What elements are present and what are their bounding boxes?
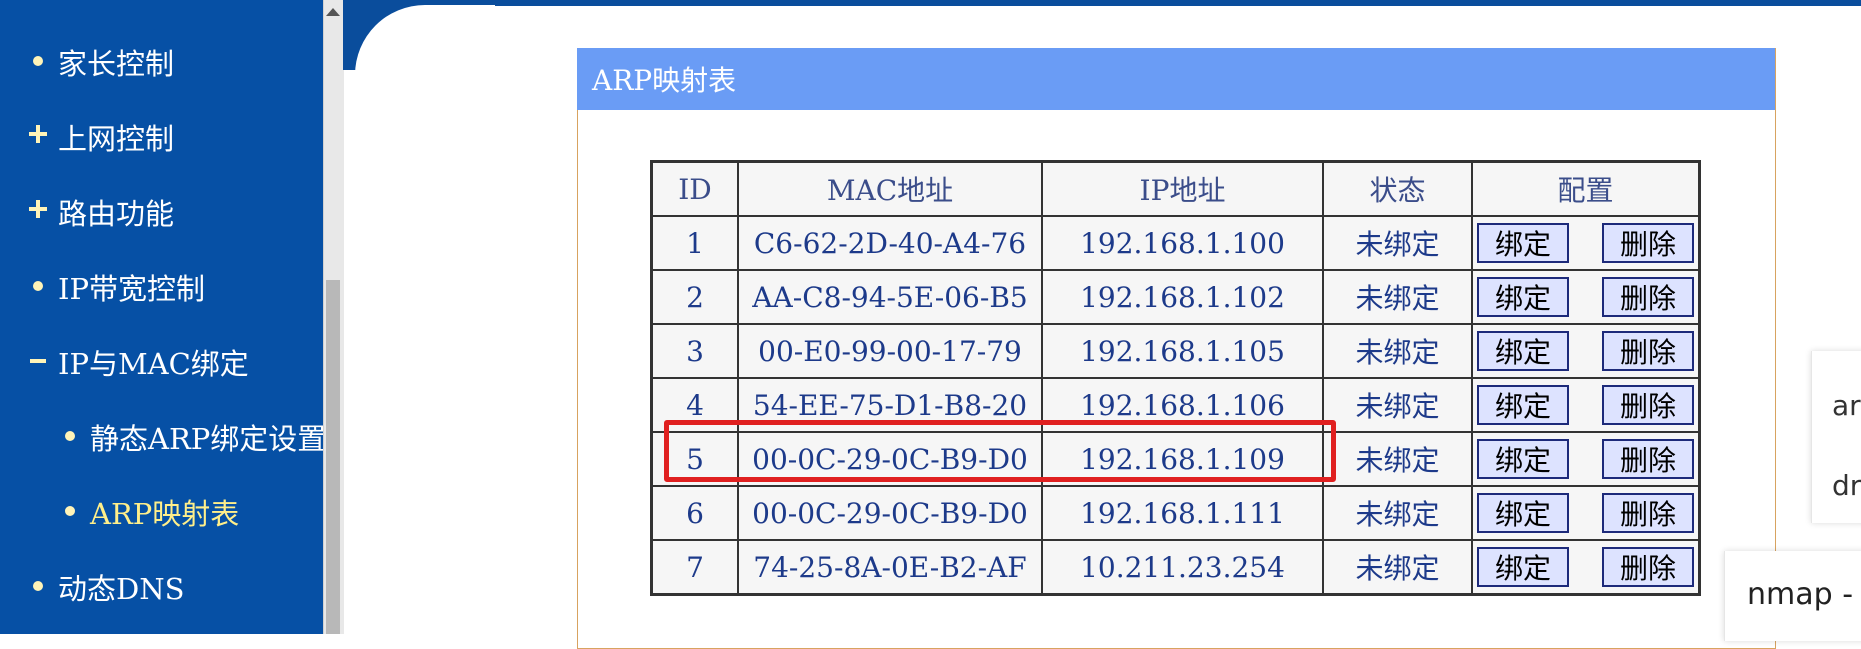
sidebar-item-label: 静态ARP绑定设置: [90, 422, 327, 456]
sidebar-item-label: 家长控制: [58, 47, 175, 81]
cell-config: 绑定 删除: [1472, 540, 1699, 594]
bind-button[interactable]: 绑定: [1477, 439, 1569, 479]
sidebar-item-label: ARP映射表: [90, 497, 240, 531]
bind-button[interactable]: 绑定: [1477, 385, 1569, 425]
table-header-row: ID MAC地址 IP地址 状态 配置: [652, 162, 1699, 216]
cell-mac: C6-62-2D-40-A4-76: [738, 216, 1042, 270]
config-actions: 绑定 删除: [1473, 223, 1698, 263]
row-highlight-box: [664, 420, 1336, 482]
table-row: 2 AA-C8-94-5E-06-B5 192.168.1.102 未绑定 绑定 删除: [652, 270, 1699, 324]
cell-status: 未绑定: [1323, 378, 1472, 432]
cell-mac: 00-0C-29-0C-B9-D0: [738, 486, 1042, 540]
panel-title: ARP映射表: [592, 64, 737, 97]
sidebar-item-label: 上网控制: [58, 122, 175, 156]
minus-icon: [30, 359, 46, 363]
sidebar-item-access-control[interactable]: 上网控制: [0, 117, 174, 157]
cell-id: 3: [652, 324, 738, 378]
config-actions: 绑定 删除: [1473, 547, 1698, 587]
delete-button[interactable]: 删除: [1602, 331, 1694, 371]
sidebar-item-ddns[interactable]: 动态DNS: [0, 567, 185, 607]
config-actions: 绑定 删除: [1473, 277, 1698, 317]
sidebar-item-label: 动态DNS: [58, 572, 185, 606]
bind-button[interactable]: 绑定: [1477, 331, 1569, 371]
cell-config: 绑定 删除: [1472, 216, 1699, 270]
cell-status: 未绑定: [1323, 540, 1472, 594]
cell-config: 绑定 删除: [1472, 432, 1699, 486]
sidebar-item-static-arp[interactable]: 静态ARP绑定设置: [0, 417, 326, 457]
bind-button[interactable]: 绑定: [1477, 547, 1569, 587]
sidebar-item-ip-bandwidth[interactable]: IP带宽控制: [0, 267, 205, 307]
header-mac: MAC地址: [738, 162, 1042, 216]
cell-id: 2: [652, 270, 738, 324]
cell-ip: 192.168.1.102: [1042, 270, 1323, 324]
cell-status: 未绑定: [1323, 270, 1472, 324]
plus-icon: [29, 125, 47, 143]
delete-button[interactable]: 删除: [1602, 493, 1694, 533]
delete-button[interactable]: 删除: [1602, 547, 1694, 587]
cell-config: 绑定 删除: [1472, 378, 1699, 432]
delete-button[interactable]: 删除: [1602, 439, 1694, 479]
arp-table: ID MAC地址 IP地址 状态 配置 1 C6-62-2D-40-A4-76 19…: [650, 160, 1701, 596]
header-id: ID: [652, 162, 738, 216]
cell-config: 绑定 删除: [1472, 270, 1699, 324]
cell-mac: 00-E0-99-00-17-79: [738, 324, 1042, 378]
table-row: 3 00-E0-99-00-17-79 192.168.1.105 未绑定 绑定 删除: [652, 324, 1699, 378]
sidebar-item-label: IP与MAC绑定: [58, 347, 249, 381]
delete-button[interactable]: 删除: [1602, 277, 1694, 317]
sidebar-item-arp-table[interactable]: ARP映射表: [0, 492, 239, 532]
config-actions: 绑定 删除: [1473, 385, 1698, 425]
cell-status: 未绑定: [1323, 486, 1472, 540]
bullet-icon: [65, 431, 75, 441]
cell-status: 未绑定: [1323, 216, 1472, 270]
cell-ip: 192.168.1.111: [1042, 486, 1323, 540]
table-row: 7 74-25-8A-0E-B2-AF 10.211.23.254 未绑定 绑定 删除: [652, 540, 1699, 594]
top-frame-bar: [343, 0, 1861, 6]
sidebar-item-routing[interactable]: 路由功能: [0, 192, 174, 232]
popup-text-1: ar: [1832, 389, 1861, 422]
config-actions: 绑定 删除: [1473, 439, 1698, 479]
plus-icon: [29, 200, 47, 218]
table-row: 6 00-0C-29-0C-B9-D0 192.168.1.111 未绑定 绑定 删除: [652, 486, 1699, 540]
cell-config: 绑定 删除: [1472, 486, 1699, 540]
cell-config: 绑定 删除: [1472, 324, 1699, 378]
config-actions: 绑定 删除: [1473, 493, 1698, 533]
config-actions: 绑定 删除: [1473, 331, 1698, 371]
bullet-icon: [33, 581, 43, 591]
header-ip: IP地址: [1042, 162, 1323, 216]
bottom-popup: nmap -: [1724, 551, 1861, 641]
cell-status: 未绑定: [1323, 324, 1472, 378]
sidebar-item-ip-mac-binding[interactable]: IP与MAC绑定: [0, 342, 249, 382]
header-config: 配置: [1472, 162, 1699, 216]
sidebar-item-parental-control[interactable]: 家长控制: [0, 42, 174, 82]
cell-id: 7: [652, 540, 738, 594]
cell-id: 6: [652, 486, 738, 540]
bind-button[interactable]: 绑定: [1477, 277, 1569, 317]
sidebar-item-label: IP带宽控制: [58, 272, 205, 306]
bind-button[interactable]: 绑定: [1477, 493, 1569, 533]
delete-button[interactable]: 删除: [1602, 385, 1694, 425]
header-status: 状态: [1323, 162, 1472, 216]
side-popup: ar dr: [1811, 351, 1861, 523]
cell-ip: 192.168.1.105: [1042, 324, 1323, 378]
bullet-icon: [33, 281, 43, 291]
cell-mac: AA-C8-94-5E-06-B5: [738, 270, 1042, 324]
bullet-icon: [65, 506, 75, 516]
frame-corner-curve: [355, 5, 495, 145]
cell-ip: 192.168.1.100: [1042, 216, 1323, 270]
bind-button[interactable]: 绑定: [1477, 223, 1569, 263]
cell-status: 未绑定: [1323, 432, 1472, 486]
sidebar-item-label: 路由功能: [58, 197, 175, 231]
table-row: 1 C6-62-2D-40-A4-76 192.168.1.100 未绑定 绑定 删除: [652, 216, 1699, 270]
panel-header: ARP映射表: [577, 48, 1775, 110]
popup-command-text: nmap -: [1747, 577, 1854, 612]
sidebar: 家长控制 上网控制 路由功能 IP带宽控制 IP与MAC绑定 静态ARP绑定设置…: [0, 0, 326, 634]
delete-button[interactable]: 删除: [1602, 223, 1694, 263]
scrollbar-thumb[interactable]: [326, 280, 340, 634]
cell-id: 1: [652, 216, 738, 270]
cell-ip: 10.211.23.254: [1042, 540, 1323, 594]
popup-text-2: dr: [1832, 469, 1861, 502]
bullet-icon: [33, 56, 43, 66]
cell-mac: 74-25-8A-0E-B2-AF: [738, 540, 1042, 594]
scroll-up-arrow-icon[interactable]: [326, 8, 340, 16]
